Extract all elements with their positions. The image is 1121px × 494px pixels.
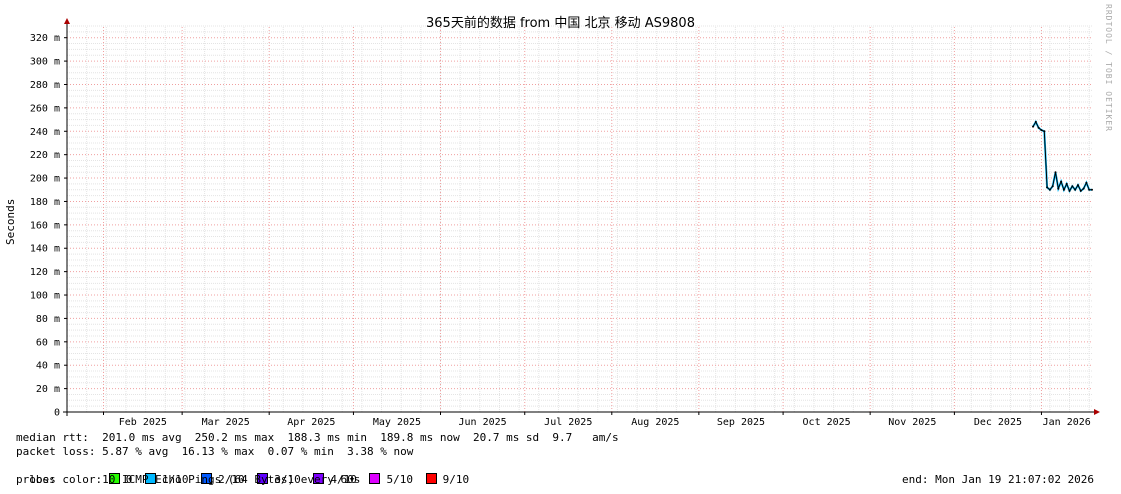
series-point	[1057, 187, 1060, 190]
series-point	[1051, 185, 1054, 188]
y-tick-labels: 0 20 m 40 m 60 m 80 m 100 m 120 m 140 m 160 m 180…	[30, 33, 60, 418]
loss-color-text: 5/10	[386, 473, 413, 486]
series-point	[1079, 189, 1082, 192]
loss-color-swatch	[369, 473, 381, 484]
y-tick-label: 20 m	[36, 384, 60, 395]
y-tick-label: 220 m	[30, 150, 60, 161]
series-point	[1091, 188, 1093, 191]
y-tick-label: 0	[54, 408, 60, 419]
x-tick-label: Aug 2025	[631, 417, 679, 428]
y-tick-label: 300 m	[30, 57, 60, 68]
series-point	[1043, 130, 1046, 133]
x-tick-label: Feb 2025	[119, 417, 167, 428]
y-tick-label: 120 m	[30, 267, 60, 278]
y-tick-label: 260 m	[30, 103, 60, 114]
y-tick-label: 240 m	[30, 127, 60, 138]
series-point	[1074, 188, 1077, 191]
x-tick-label: Jun 2025	[459, 417, 507, 428]
series-point	[1060, 180, 1063, 183]
loss-color-item: 9/10	[419, 473, 469, 486]
x-tick-label: Nov 2025	[888, 417, 936, 428]
x-tick-label: Mar 2025	[202, 417, 250, 428]
series-point	[1040, 129, 1043, 132]
chart-title: 365天前的数据 from 中国 北京 移动 AS9808	[426, 16, 695, 31]
y-tick-label: 160 m	[30, 220, 60, 231]
series-point	[1068, 189, 1071, 192]
loss-color-item: 5/10	[363, 473, 413, 486]
x-tick-label: Apr 2025	[287, 417, 335, 428]
x-tick-label: Oct 2025	[803, 417, 851, 428]
y-tick-label: 80 m	[36, 314, 60, 325]
loss-color-swatch	[425, 473, 437, 484]
median-rtt-line: median rtt: 201.0 ms avg 250.2 ms max 18…	[16, 431, 619, 444]
loss-color-text: 9/10	[442, 473, 470, 486]
y-tick-label: 200 m	[30, 174, 60, 185]
packet-loss-line: packet loss: 5.87 % avg 16.13 % max 0.07…	[16, 445, 414, 458]
y-tick-label: 100 m	[30, 291, 60, 302]
x-tick-label: May 2025	[373, 417, 421, 428]
y-tick-label: 280 m	[30, 80, 60, 91]
series-point	[1048, 188, 1051, 191]
x-tick-labels: Feb 2025 Mar 2025 Apr 2025 May 2025 Jun 2025…	[119, 417, 1091, 428]
y-axis-label: Seconds	[4, 198, 17, 245]
x-tick-label: Sep 2025	[717, 417, 765, 428]
x-tick-label: Jan 2026	[1043, 417, 1091, 428]
series-point	[1076, 184, 1079, 187]
y-tick-label: 60 m	[36, 337, 60, 348]
rrdtool-watermark: RRDTOOL / TOBI OETIKER	[1104, 4, 1113, 132]
end-time: end: Mon Jan 19 21:07:02 2026	[902, 473, 1095, 486]
series-point	[1037, 126, 1040, 129]
series-point	[1046, 186, 1049, 189]
series-point	[1032, 125, 1035, 128]
chart-canvas: 0 20 m 40 m 60 m 80 m 100 m 120 m 140 m 160 m 180…	[30, 18, 1100, 428]
x-tick-label: Jul 2025	[544, 417, 592, 428]
series-point	[1062, 188, 1065, 191]
y-tick-label: 140 m	[30, 244, 60, 255]
series-point	[1085, 181, 1088, 184]
x-tick-label: Dec 2025	[974, 417, 1022, 428]
series-point	[1054, 171, 1057, 174]
chart-axes	[63, 18, 1100, 416]
series-point	[1071, 185, 1074, 188]
x-axis-arrow	[1094, 409, 1100, 415]
series-point	[1088, 188, 1091, 191]
series-point	[1065, 182, 1068, 185]
series-point	[1082, 187, 1085, 190]
y-tick-label: 180 m	[30, 197, 60, 208]
y-tick-label: 40 m	[36, 361, 60, 372]
probe-line: probe: 10 ICMP Echo Pings (64 Bytes) eve…	[16, 473, 361, 486]
chart-grid	[67, 25, 1092, 412]
series-point	[1034, 120, 1037, 123]
y-tick-label: 320 m	[30, 33, 60, 44]
